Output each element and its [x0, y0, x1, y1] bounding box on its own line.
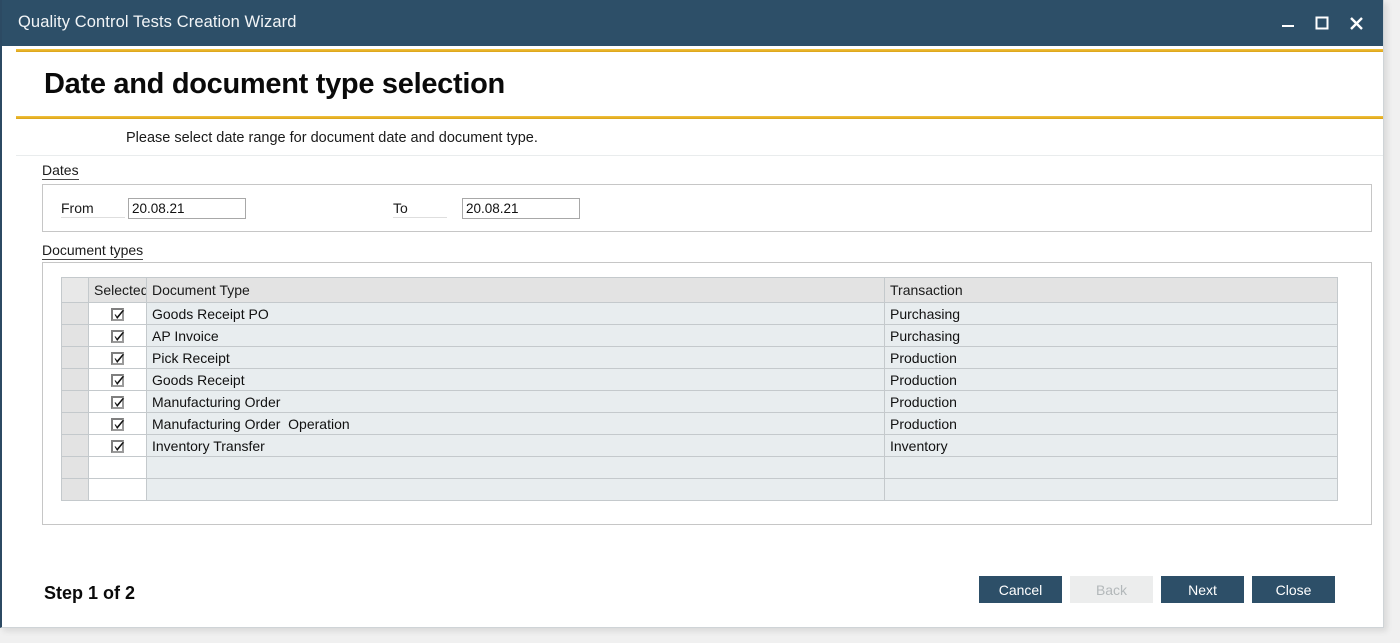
row-selector-cell[interactable]	[62, 325, 89, 347]
checkbox-checked-icon[interactable]	[111, 352, 124, 365]
transaction-cell[interactable]: Purchasing	[885, 325, 1338, 347]
row-selector-cell[interactable]	[62, 479, 89, 501]
subtitle-divider	[16, 155, 1383, 156]
document-type-cell[interactable]: AP Invoice	[147, 325, 885, 347]
selected-cell[interactable]	[89, 347, 147, 369]
column-header-document-type[interactable]: Document Type	[147, 278, 885, 303]
table-row[interactable]: Goods Receipt POPurchasing	[62, 303, 1338, 325]
accent-rule-bottom	[16, 116, 1383, 119]
checkbox-checked-icon[interactable]	[111, 308, 124, 321]
selected-cell[interactable]	[89, 303, 147, 325]
to-label: To	[393, 200, 447, 218]
document-types-section-label: Document types	[42, 242, 143, 260]
cancel-button[interactable]: Cancel	[979, 576, 1062, 603]
wizard-button-bar: Cancel Back Next Close	[979, 576, 1335, 603]
row-selector-cell[interactable]	[62, 303, 89, 325]
screen: Quality Control Tests Creation Wizard Da…	[0, 0, 1400, 643]
minimize-icon[interactable]	[1271, 8, 1305, 38]
window-controls	[1271, 8, 1373, 38]
selected-cell[interactable]	[89, 413, 147, 435]
document-types-table: Selected Document Type Transaction Goods…	[61, 277, 1338, 501]
page-subtitle: Please select date range for document da…	[126, 130, 538, 146]
table-row[interactable]: Pick ReceiptProduction	[62, 347, 1338, 369]
wizard-window: Quality Control Tests Creation Wizard Da…	[0, 0, 1384, 628]
table-row[interactable]: Manufacturing Order OperationProduction	[62, 413, 1338, 435]
transaction-cell[interactable]	[885, 457, 1338, 479]
selected-cell[interactable]	[89, 457, 147, 479]
accent-rule-top	[16, 49, 1383, 52]
dates-section-label: Dates	[42, 162, 79, 180]
date-to-input[interactable]	[462, 198, 580, 219]
close-button[interactable]: Close	[1252, 576, 1335, 603]
selected-cell[interactable]	[89, 369, 147, 391]
document-type-cell[interactable]: Inventory Transfer	[147, 435, 885, 457]
row-selector-cell[interactable]	[62, 435, 89, 457]
date-from-input[interactable]	[128, 198, 246, 219]
page-title: Date and document type selection	[44, 68, 505, 101]
checkbox-checked-icon[interactable]	[111, 374, 124, 387]
selected-cell[interactable]	[89, 325, 147, 347]
checkbox-checked-icon[interactable]	[111, 330, 124, 343]
transaction-cell[interactable]: Production	[885, 369, 1338, 391]
document-type-cell[interactable]	[147, 479, 885, 501]
document-type-cell[interactable]: Manufacturing Order Operation	[147, 413, 885, 435]
table-body: Goods Receipt POPurchasingAP InvoicePurc…	[62, 303, 1338, 501]
row-selector-cell[interactable]	[62, 391, 89, 413]
document-type-cell[interactable]: Manufacturing Order	[147, 391, 885, 413]
checkbox-checked-icon[interactable]	[111, 440, 124, 453]
document-type-cell[interactable]: Goods Receipt	[147, 369, 885, 391]
document-type-cell[interactable]: Goods Receipt PO	[147, 303, 885, 325]
selected-cell[interactable]	[89, 391, 147, 413]
transaction-cell[interactable]	[885, 479, 1338, 501]
column-header-transaction[interactable]: Transaction	[885, 278, 1338, 303]
table-row[interactable]: Goods ReceiptProduction	[62, 369, 1338, 391]
document-type-cell[interactable]: Pick Receipt	[147, 347, 885, 369]
step-indicator: Step 1 of 2	[44, 583, 135, 604]
column-header-selected[interactable]: Selected	[89, 278, 147, 303]
transaction-cell[interactable]: Inventory	[885, 435, 1338, 457]
maximize-icon[interactable]	[1305, 8, 1339, 38]
column-header-rowselector[interactable]	[62, 278, 89, 303]
table-row[interactable]: Inventory TransferInventory	[62, 435, 1338, 457]
document-types-panel: Selected Document Type Transaction Goods…	[42, 262, 1372, 525]
transaction-cell[interactable]: Production	[885, 413, 1338, 435]
document-type-cell[interactable]	[147, 457, 885, 479]
row-selector-cell[interactable]	[62, 347, 89, 369]
table-row[interactable]	[62, 479, 1338, 501]
transaction-cell[interactable]: Production	[885, 347, 1338, 369]
row-selector-cell[interactable]	[62, 457, 89, 479]
dates-panel: From To	[42, 184, 1372, 232]
selected-cell[interactable]	[89, 435, 147, 457]
table-row[interactable]	[62, 457, 1338, 479]
from-label: From	[61, 200, 125, 218]
table-header: Selected Document Type Transaction	[62, 278, 1338, 303]
next-button[interactable]: Next	[1161, 576, 1244, 603]
table-header-row: Selected Document Type Transaction	[62, 278, 1338, 303]
table-row[interactable]: Manufacturing OrderProduction	[62, 391, 1338, 413]
transaction-cell[interactable]: Purchasing	[885, 303, 1338, 325]
title-bar: Quality Control Tests Creation Wizard	[2, 0, 1383, 46]
table-row[interactable]: AP InvoicePurchasing	[62, 325, 1338, 347]
selected-cell[interactable]	[89, 479, 147, 501]
row-selector-cell[interactable]	[62, 413, 89, 435]
window-title: Quality Control Tests Creation Wizard	[18, 13, 297, 32]
back-button: Back	[1070, 576, 1153, 603]
checkbox-checked-icon[interactable]	[111, 418, 124, 431]
transaction-cell[interactable]: Production	[885, 391, 1338, 413]
checkbox-checked-icon[interactable]	[111, 396, 124, 409]
close-icon[interactable]	[1339, 8, 1373, 38]
row-selector-cell[interactable]	[62, 369, 89, 391]
